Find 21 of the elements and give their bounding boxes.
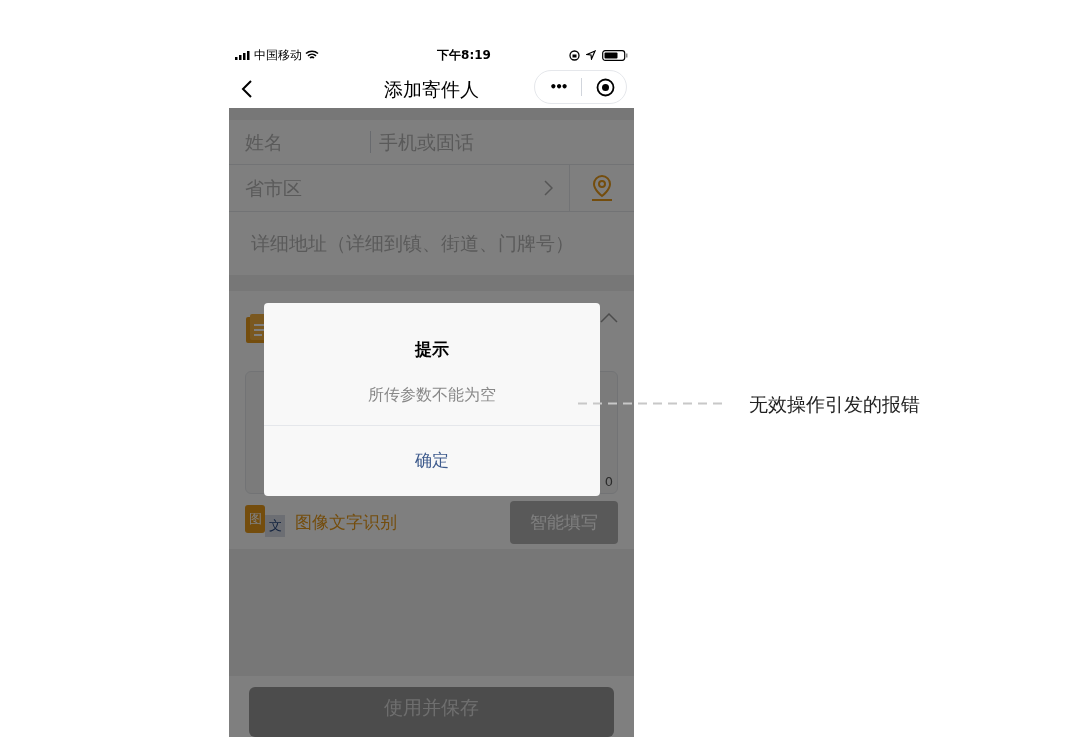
page-title: 添加寄件人 (384, 76, 479, 102)
close-target-icon[interactable] (596, 77, 615, 97)
ocr-icon[interactable]: 图 文 (245, 504, 285, 541)
annotation-label: 无效操作引发的报错 (749, 392, 920, 417)
location-icon (586, 50, 596, 60)
back-icon[interactable] (241, 79, 253, 99)
signal-icon (235, 50, 251, 60)
confirm-button[interactable]: 确定 (264, 425, 600, 496)
dialog-title: 提示 (415, 338, 449, 361)
character-counter: 0 (604, 472, 613, 491)
more-button[interactable]: ••• (535, 78, 581, 96)
battery-icon (602, 49, 628, 61)
lock-rotation-icon (569, 49, 580, 61)
ocr-link[interactable]: 图像文字识别 (295, 510, 397, 536)
clock-label: 下午8:19 (437, 47, 491, 64)
chevron-right-icon (544, 180, 553, 197)
carrier-label: 中国移动 (254, 47, 302, 64)
wifi-icon (305, 50, 319, 60)
ocr-icon-glyph: 文 (265, 514, 285, 537)
ocr-icon-glyph: 图 (245, 504, 265, 533)
dialog-message: 所传参数不能为空 (368, 383, 496, 406)
